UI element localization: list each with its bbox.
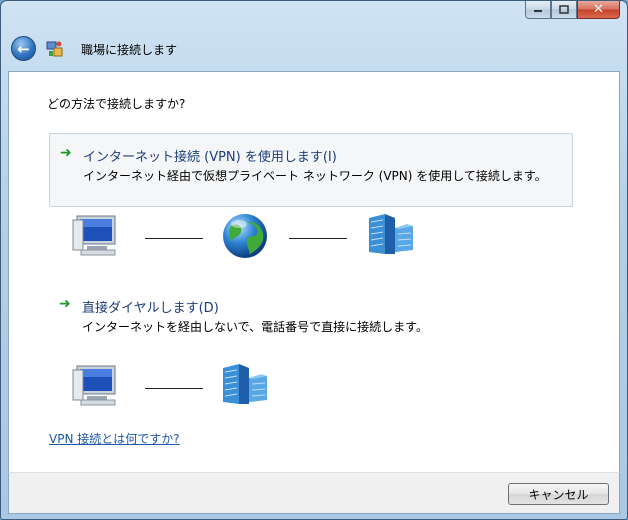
close-icon: ✕ — [593, 2, 604, 17]
globe-icon — [223, 214, 267, 258]
maximize-button[interactable] — [551, 1, 577, 19]
green-arrow-icon: ➜ — [60, 145, 72, 161]
cancel-button[interactable]: キャンセル — [508, 483, 609, 505]
content-panel: どの方法で接続しますか? ➜ インターネット接続 (VPN) を使用します(I)… — [8, 71, 620, 472]
wizard-window: ✕ ← 職場に接続します どの方法で接続しますか? ➜ インターネット接続 (V… — [0, 0, 628, 520]
wizard-footer: キャンセル — [8, 472, 620, 514]
back-button[interactable]: ← — [11, 36, 36, 61]
option-dial[interactable]: ➜ 直接ダイヤルします(D) インターネットを経由しないで、電話番号で直接に接続… — [49, 290, 573, 340]
office-building-icon — [223, 364, 267, 404]
vpn-help-link[interactable]: VPN 接続とは何ですか? — [49, 430, 180, 447]
back-arrow-icon: ← — [17, 39, 30, 58]
option-title: 直接ダイヤルします(D) — [82, 301, 219, 316]
connection-line — [145, 388, 203, 389]
connection-line — [289, 238, 347, 239]
question-heading: どの方法で接続しますか? — [47, 97, 186, 111]
option-description: インターネットを経由しないで、電話番号で直接に接続します。 — [82, 320, 428, 334]
caption-buttons: ✕ — [525, 1, 620, 19]
network-connection-icon — [46, 41, 63, 57]
minimize-button[interactable] — [525, 1, 551, 19]
close-button[interactable]: ✕ — [577, 1, 620, 19]
option-vpn[interactable]: ➜ インターネット接続 (VPN) を使用します(I) インターネット経由で仮想… — [49, 133, 573, 207]
computer-icon — [72, 365, 116, 406]
vpn-diagram — [71, 212, 431, 262]
title-bar[interactable]: ✕ — [1, 1, 627, 27]
office-building-icon — [369, 214, 413, 254]
option-title: インターネット接続 (VPN) を使用します(I) — [83, 150, 337, 165]
maximize-icon — [559, 5, 569, 14]
wizard-header: ← 職場に接続します — [1, 27, 627, 71]
minimize-icon — [534, 9, 542, 12]
computer-icon — [72, 215, 116, 256]
connection-line — [145, 238, 203, 239]
option-description: インターネット経由で仮想プライベート ネットワーク (VPN) を使用して接続し… — [83, 169, 547, 183]
wizard-title: 職場に接続します — [81, 43, 178, 57]
green-arrow-icon: ➜ — [59, 296, 71, 312]
dial-diagram — [71, 362, 291, 412]
